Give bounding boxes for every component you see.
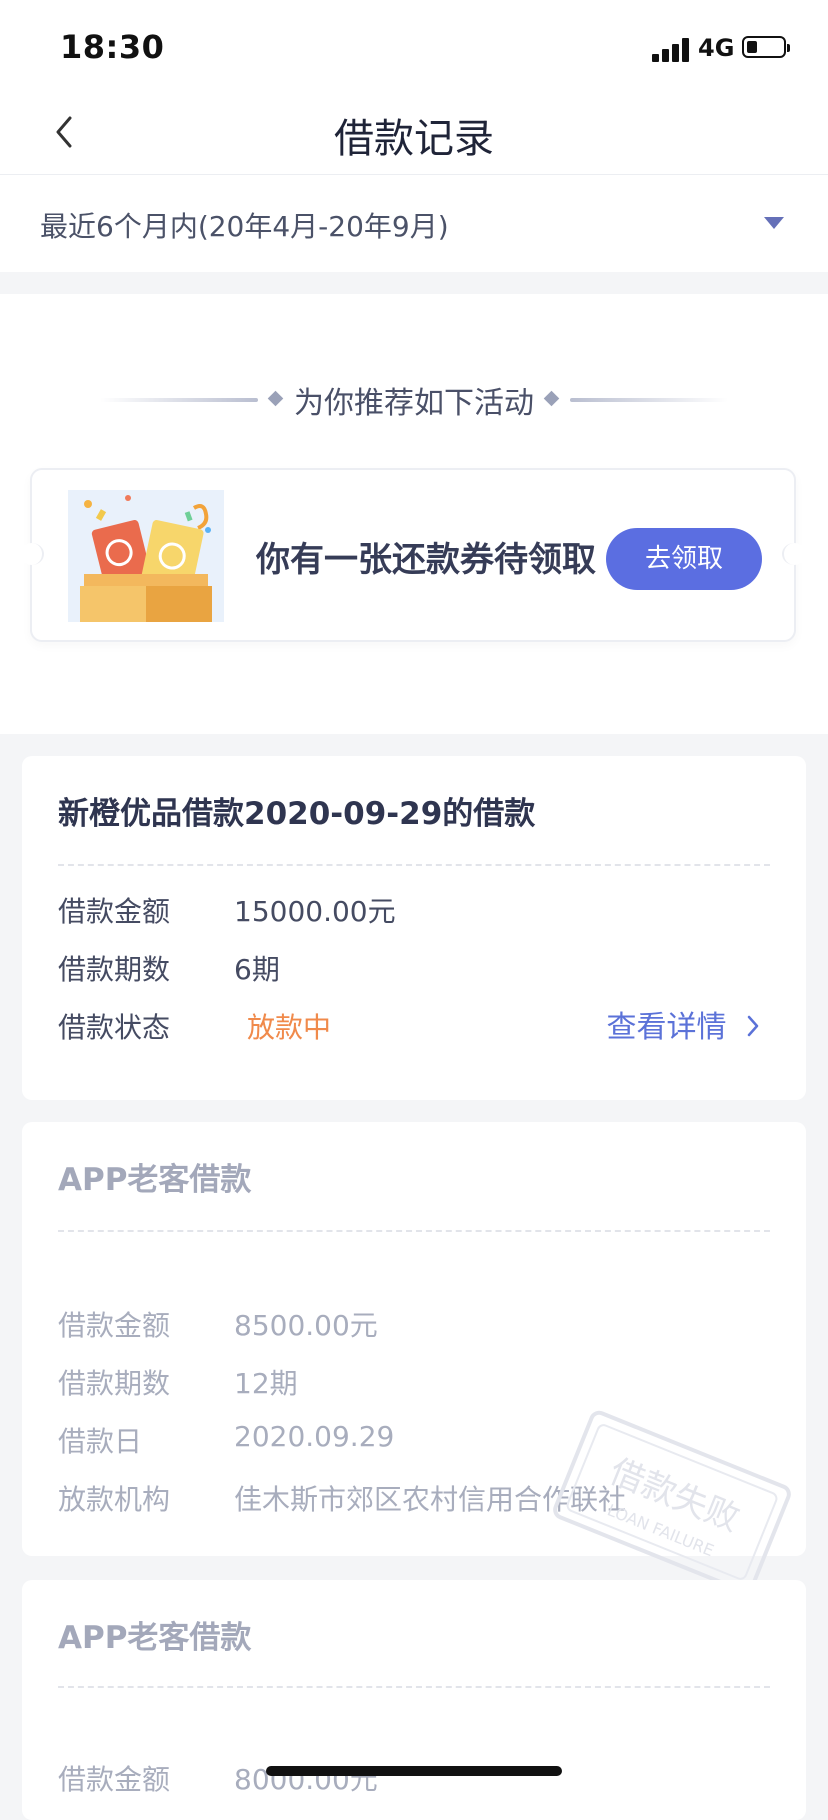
coupon-card[interactable]: 你有一张还款券待领取 去领取 bbox=[20, 468, 806, 642]
ticket-notch bbox=[782, 543, 806, 565]
status-bar: 18:30 4G bbox=[0, 0, 828, 92]
periods-value: 12期 bbox=[234, 1367, 298, 1400]
amount-value: 8000.00元 bbox=[234, 1763, 378, 1796]
dashed-divider bbox=[58, 864, 770, 866]
periods-value: 6期 bbox=[234, 953, 280, 986]
date-value: 2020.09.29 bbox=[234, 1420, 395, 1453]
network-type: 4G bbox=[698, 34, 735, 62]
date-range-filter[interactable]: 最近6个月内(20年4月-20年9月) bbox=[0, 175, 828, 272]
date-range-label: 最近6个月内(20年4月-20年9月) bbox=[40, 210, 449, 243]
amount-label: 借款金额 bbox=[58, 895, 171, 928]
dashed-divider bbox=[58, 1686, 770, 1688]
claim-button[interactable]: 去领取 bbox=[606, 528, 762, 590]
home-indicator bbox=[266, 1766, 562, 1776]
loan-title: APP老客借款 bbox=[58, 1162, 252, 1198]
divider-line bbox=[570, 398, 728, 402]
amount-label: 借款金额 bbox=[58, 1309, 171, 1342]
loan-card[interactable]: APP老客借款 借款金额 8500.00元 借款期数 12期 借款日 2020.… bbox=[22, 1122, 806, 1594]
loan-card[interactable]: 新橙优品借款2020-09-29的借款 借款金额 15000.00元 借款期数 … bbox=[22, 756, 806, 1100]
amount-value: 8500.00元 bbox=[234, 1309, 378, 1342]
status-value: 放款中 bbox=[247, 1011, 332, 1044]
promo-section: 为你推荐如下活动 你有一张还款券待领取 去领取 bbox=[0, 294, 828, 734]
loan-card[interactable]: APP老客借款 借款金额 8000.00元 bbox=[22, 1580, 806, 1820]
periods-label: 借款期数 bbox=[58, 1367, 171, 1400]
status-time: 18:30 bbox=[60, 28, 165, 66]
gift-box-icon bbox=[68, 490, 224, 622]
loan-title: 新橙优品借款2020-09-29的借款 bbox=[58, 796, 536, 832]
coupon-text: 你有一张还款券待领取 bbox=[256, 540, 596, 580]
date-label: 借款日 bbox=[58, 1425, 143, 1458]
ticket-notch bbox=[20, 543, 44, 565]
amount-label: 借款金额 bbox=[58, 1763, 171, 1796]
view-details-link[interactable]: 查看详情 bbox=[606, 1002, 760, 1046]
nav-bar: 借款记录 bbox=[0, 92, 828, 175]
loan-failure-stamp: 借款失败 LOAN FAILURE bbox=[548, 1405, 797, 1599]
battery-level bbox=[747, 41, 757, 53]
dashed-divider bbox=[58, 1230, 770, 1232]
caret-down-icon[interactable] bbox=[764, 217, 784, 229]
loan-title: APP老客借款 bbox=[58, 1620, 252, 1656]
signal-icon bbox=[652, 36, 692, 62]
amount-value: 15000.00元 bbox=[234, 895, 396, 928]
status-label: 借款状态 bbox=[58, 1011, 171, 1044]
battery-icon bbox=[742, 36, 790, 58]
page-title: 借款记录 bbox=[334, 116, 494, 162]
chevron-right-icon bbox=[746, 1011, 760, 1046]
view-details-label: 查看详情 bbox=[606, 1010, 727, 1045]
org-label: 放款机构 bbox=[58, 1483, 171, 1516]
periods-label: 借款期数 bbox=[58, 953, 171, 986]
